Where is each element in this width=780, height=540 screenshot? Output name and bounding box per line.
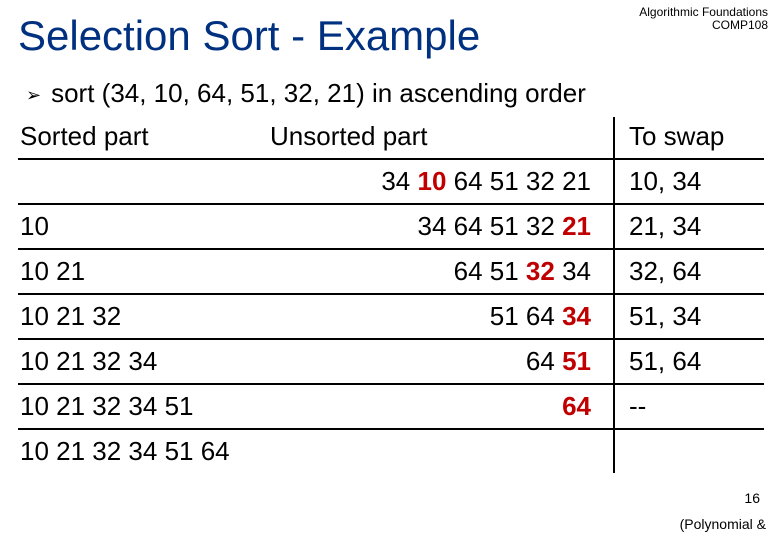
table-row: 1034 64 51 32 2121, 34: [18, 204, 764, 249]
swap-cell: 21, 34: [614, 204, 764, 249]
unsorted-cell: [268, 429, 614, 473]
unsorted-cell: 64: [268, 384, 614, 429]
table-row: 10 21 32 34 51 64: [18, 429, 764, 473]
unsorted-cell: 64 51: [268, 339, 614, 384]
slide-subtitle: ➢ sort (34, 10, 64, 51, 32, 21) in ascend…: [0, 60, 780, 117]
sorted-cell: 10 21 32: [18, 294, 268, 339]
page-number: 16: [744, 490, 760, 506]
bullet-icon: ➢: [26, 85, 41, 105]
sort-table: Sorted part Unsorted part To swap 34 10 …: [18, 117, 764, 473]
unsorted-cell: 34 64 51 32 21: [268, 204, 614, 249]
topic-fragment: (Polynomial &: [680, 516, 766, 532]
sorted-cell: 10 21: [18, 249, 268, 294]
min-highlight: 21: [562, 211, 591, 241]
min-highlight: 32: [526, 256, 555, 286]
table-row: 10 21 32 3464 5151, 64: [18, 339, 764, 384]
table-row: 34 10 64 51 32 2110, 34: [18, 159, 764, 204]
swap-cell: [614, 429, 764, 473]
course-label: Algorithmic Foundations COMP108: [639, 6, 768, 32]
swap-cell: 10, 34: [614, 159, 764, 204]
col-unsorted: Unsorted part: [268, 117, 614, 159]
unsorted-cell: 51 64 34: [268, 294, 614, 339]
sorted-cell: 10 21 32 34 51: [18, 384, 268, 429]
table-header-row: Sorted part Unsorted part To swap: [18, 117, 764, 159]
subtitle-text: sort (34, 10, 64, 51, 32, 21) in ascendi…: [51, 78, 586, 108]
min-highlight: 64: [562, 391, 591, 421]
col-swap: To swap: [614, 117, 764, 159]
swap-cell: --: [614, 384, 764, 429]
unsorted-cell: 34 10 64 51 32 21: [268, 159, 614, 204]
min-highlight: 34: [562, 301, 591, 331]
sorted-cell: 10 21 32 34: [18, 339, 268, 384]
sorted-cell: 10: [18, 204, 268, 249]
min-highlight: 10: [418, 166, 447, 196]
swap-cell: 51, 34: [614, 294, 764, 339]
min-highlight: 51: [562, 346, 591, 376]
col-sorted: Sorted part: [18, 117, 268, 159]
swap-cell: 51, 64: [614, 339, 764, 384]
sorted-cell: [18, 159, 268, 204]
swap-cell: 32, 64: [614, 249, 764, 294]
table-row: 10 21 3251 64 3451, 34: [18, 294, 764, 339]
table-row: 10 2164 51 32 3432, 64: [18, 249, 764, 294]
sorted-cell: 10 21 32 34 51 64: [18, 429, 268, 473]
course-line2: COMP108: [639, 19, 768, 32]
table-row: 10 21 32 34 51 64 --: [18, 384, 764, 429]
unsorted-cell: 64 51 32 34: [268, 249, 614, 294]
